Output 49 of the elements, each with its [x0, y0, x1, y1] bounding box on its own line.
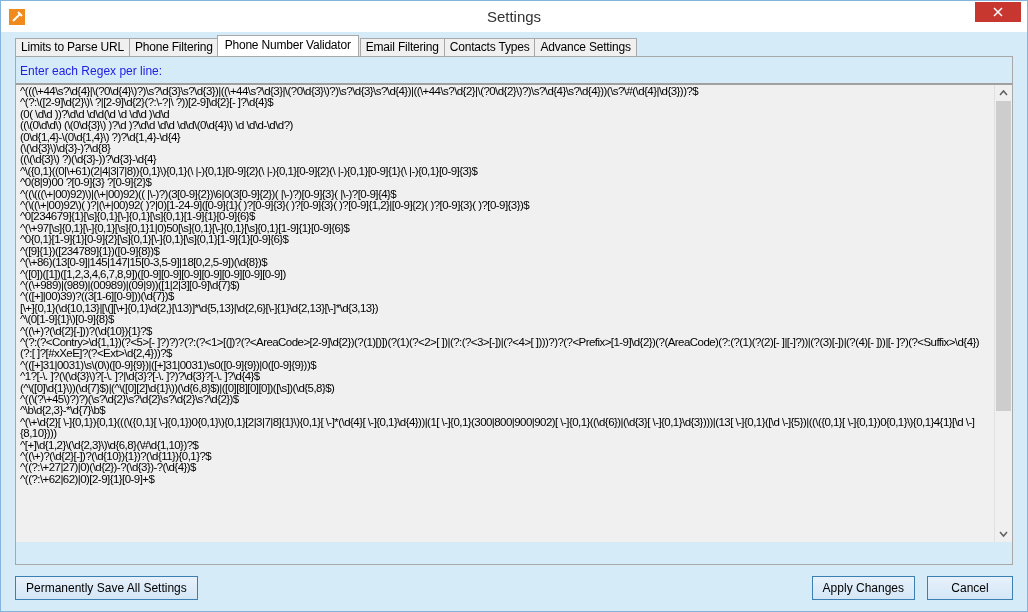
close-button[interactable] [975, 1, 1021, 22]
regex-line: ^((\(((\+|00)92)\)|(\+|00)92)(( |\-)?)(3[0-9]{2})\6|0(3[0-9]{2})( |\-)?)[0-9]{3}( |\-)?[0-9]{4}$ [20, 188, 397, 201]
regex-line: (\(\d{3}\)\d{3}-)?\d{8} [20, 143, 111, 155]
regex-line: (0\d{1,4}-\(0\d{1,4}\) ?)?\d{1,4}-\d{4} [20, 131, 181, 143]
button[interactable]: Cancel [927, 576, 1013, 600]
button[interactable]: Apply Changes [811, 576, 915, 600]
regex-line: ^((?:\+27|27)|0)(\d{2})-?(\d{3})-?(\d{4})$ [20, 462, 196, 474]
regex-line: ^(([+]31|0031)\s\(0\)([0-9]{9})|([+]31|0031)\s0([0-9]{9})|0([0-9]{9}))$ [20, 359, 318, 372]
close-icon [993, 6, 1003, 17]
regex-line: [\+]{0,1}(\d{10,13}|[\(][\+]{0,1}\d{2,}[\13)]*\d{5,13}|\d{2,6}[\-]{1}\d{2,13}[\-]*\d{3,13}) [20, 302, 380, 315]
regex-line: ^(\+86)(13[0-9]|145|147|15[0-3,5-9]|18[0,2,5-9])(\d{8})$ [20, 257, 269, 269]
tab[interactable]: Phone Number Validator [216, 35, 359, 56]
app-icon [9, 8, 25, 25]
instruction-label: Enter each Regex per line: [19, 63, 164, 80]
regex-line: ((\(0\d\d\) (\(0\d{3}\) )?\d )?\d\d \d\d \d\d\(0\d{4}\) \d \d\d-\d\d?) [20, 120, 294, 132]
regex-line: ^([9]{1})([234789]{1})([0-9]{8})$ [20, 245, 160, 258]
tab[interactable]: Contacts Types [443, 38, 536, 56]
regex-line: ^(([+]|00)39)?((3[1-6][0-9]))(\d{7})$ [20, 291, 174, 303]
regex-line: ^(\+97[\s]{0,1}[\-]{0,1}[\s]{0,1}1|0)50[\s]{0,1}[\-]{0,1}[\s]{0,1}[1-9]{1}[0-9]{6}$ [20, 222, 351, 235]
regex-line: ^(?:(?<Contry>\d{1,1})(?<5>[- ]?)?)?(?:(?<1>[(])?(?<AreaCode>[2-9]\d{2})(?(1)[)])(?(1)(?<2>[ ])|(?:(?<3>[-])|(?<4>[ ])))?)?(?<Prefix>[1-9]\d{2})(?(AreaCode)(?:(?(1)(?(2)[- ]|[-]?))|(?(3)[-])|(?(4)[- ]))|[- ]?)(?<Suffix>\d{4})(?:[ ]?[#xXeE]?(?<Ext>\d{2,4}))?$ [20, 336, 981, 360]
regex-line: ^[+]\d{1,2}\(\d{2,3}\)\d{6,8}(\#\d{1,10})?$ [20, 439, 200, 451]
tab[interactable]: Limits to Parse URL [15, 38, 130, 56]
regex-text-area[interactable] [16, 83, 1012, 542]
regex-line: ^([0])([1])([1,2,3,4,6,7,8,9])([0-9][0-9][0-9][0-9][0-9][0-9][0-9]) [20, 268, 287, 280]
regex-line: ^0[234679]{1}[\s]{0,1}[\-]{0,1}[\s]{0,1}[1-9]{1}[0-9]{6}$ [20, 211, 255, 223]
regex-line: ^(\+\d{2}[ \-]{0,1}){0,1}(((\({0,1}[ \-]{0,1})0{0,1}\){0,1}[2|3|7|8]{1}\){0,1}[ \-]*(\d{4}[ \-]{0,1}\d{4}))|(1[ \-]{0,1}(300|800|900|902)[ \-]{0,1}((\d{6})|(\d{3}[ \-]{0,1}\d{3})))|(13[ \-]{0,1}([\d \-]{5})|((\({0,1}[ \-]{0,1})0{0,1}\){0,1}4{1}[\d \-]{8,10}))) [20, 416, 976, 440]
scrollbar[interactable] [994, 85, 1012, 542]
regex-line: ^1?[-\. ]?(\(\d{3}\)?[-\. ]?|\d{3}?[-\. ]?)?\d{3}?[-\. ]?\d{4}$ [20, 371, 260, 383]
regex-line: ^\(0[1-9]{1}\)[0-9]{8}$ [20, 314, 114, 326]
regex-line: ^0{0,1}[1-9]{1}[0-9]{2}[\s]{0,1}[\-]{0,1}[\s]{0,1}[1-9]{1}[0-9]{6}$ [20, 234, 289, 246]
regex-line: ^((\+989)|(989)|(00989)|(09|9))([1|2|3][0-9]\d{7}$) [20, 279, 240, 292]
regex-line: ^(((\+44\s?\d{4}|\(?0\d{4}\)?)\s?\d{3}\s?\d{3})|((\+44\s?\d{3}|\(?0\d{3}\)?)\s?\d{3}\s?\d{4})|((\+44\s?\d{2}|\(?0\d{2}\)?)\s?\d{4}\s?\d{4}))(\s?\#(\d{4}|\d{3}))?$ [20, 86, 700, 98]
tab[interactable]: Email Filtering [359, 38, 445, 56]
regex-line: (^\([0]\d{1}\))(\d{7}$)|(^\([0][2]\d{1}\))(\d{6,8}$)|([0][8][0][0])([\s])(\d{5,8}$) [20, 382, 336, 394]
tab[interactable]: Advance Settings [534, 38, 637, 56]
regex-line: (0( \d\d ))?\d\d \d\d(\d \d \d\d )\d\d [20, 108, 170, 121]
regex-line: ^((\+)?(\d{2}[-]))?(\d{10}){1}?$ [20, 325, 152, 337]
regex-line: ^(?:\([2-9]\d{2}\)\ ?|[2-9]\d{2}(?:\-?|\ ?))[2-9]\d{2}[- ]?\d{4}$ [20, 97, 274, 109]
regex-line: ^((?:\+62|62)|0)[2-9]{1}[0-9]+$ [20, 473, 155, 486]
regex-line: ^\b\d{2,3}-*\d{7}\b$ [20, 405, 106, 417]
window-title: Settings [486, 8, 542, 25]
regex-line: ^(\((\+|00)92\)( )?|(\+|00)92( )?|0)[1-24-9]([0-9]{1}( )?[0-9]{3}( )?[0-9]{3}( )?[0-9]{1,2}|[0-9]{2}( )?[0-9]{3}( )?[0-9]{3})$ [20, 200, 531, 212]
regex-line: ^((\+)?(\d{2}[-])?(\d{10}){1})?(\d{11}){0,1}?$ [20, 451, 213, 463]
tab[interactable]: Phone Filtering [128, 38, 219, 56]
regex-line: ^\({0,1}((0|\+61)(2|4|3|7|8)){0,1}\){0,1}(\ |-){0,1}[0-9]{2}(\ |-){0,1}[0-9]{2}(\ |-){0,1}[0-9]{1}(\ |-){0,1}[0-9]{3}$ [20, 165, 479, 178]
regex-line: ((\(\d{3}\) ?)(\d{3}-))?\d{3}-\d{4} [20, 154, 158, 166]
button[interactable]: Permanently Save All Settings [15, 576, 198, 600]
regex-line: ^0(8|9)00 ?[0-9]{3} ?[0-9]{2}$ [20, 177, 152, 189]
regex-line: ^((\(?\+45\)?)?)(\s?\d{2}\s?\d{2}\s?\d{2}\s?\d{2})$ [20, 393, 239, 406]
